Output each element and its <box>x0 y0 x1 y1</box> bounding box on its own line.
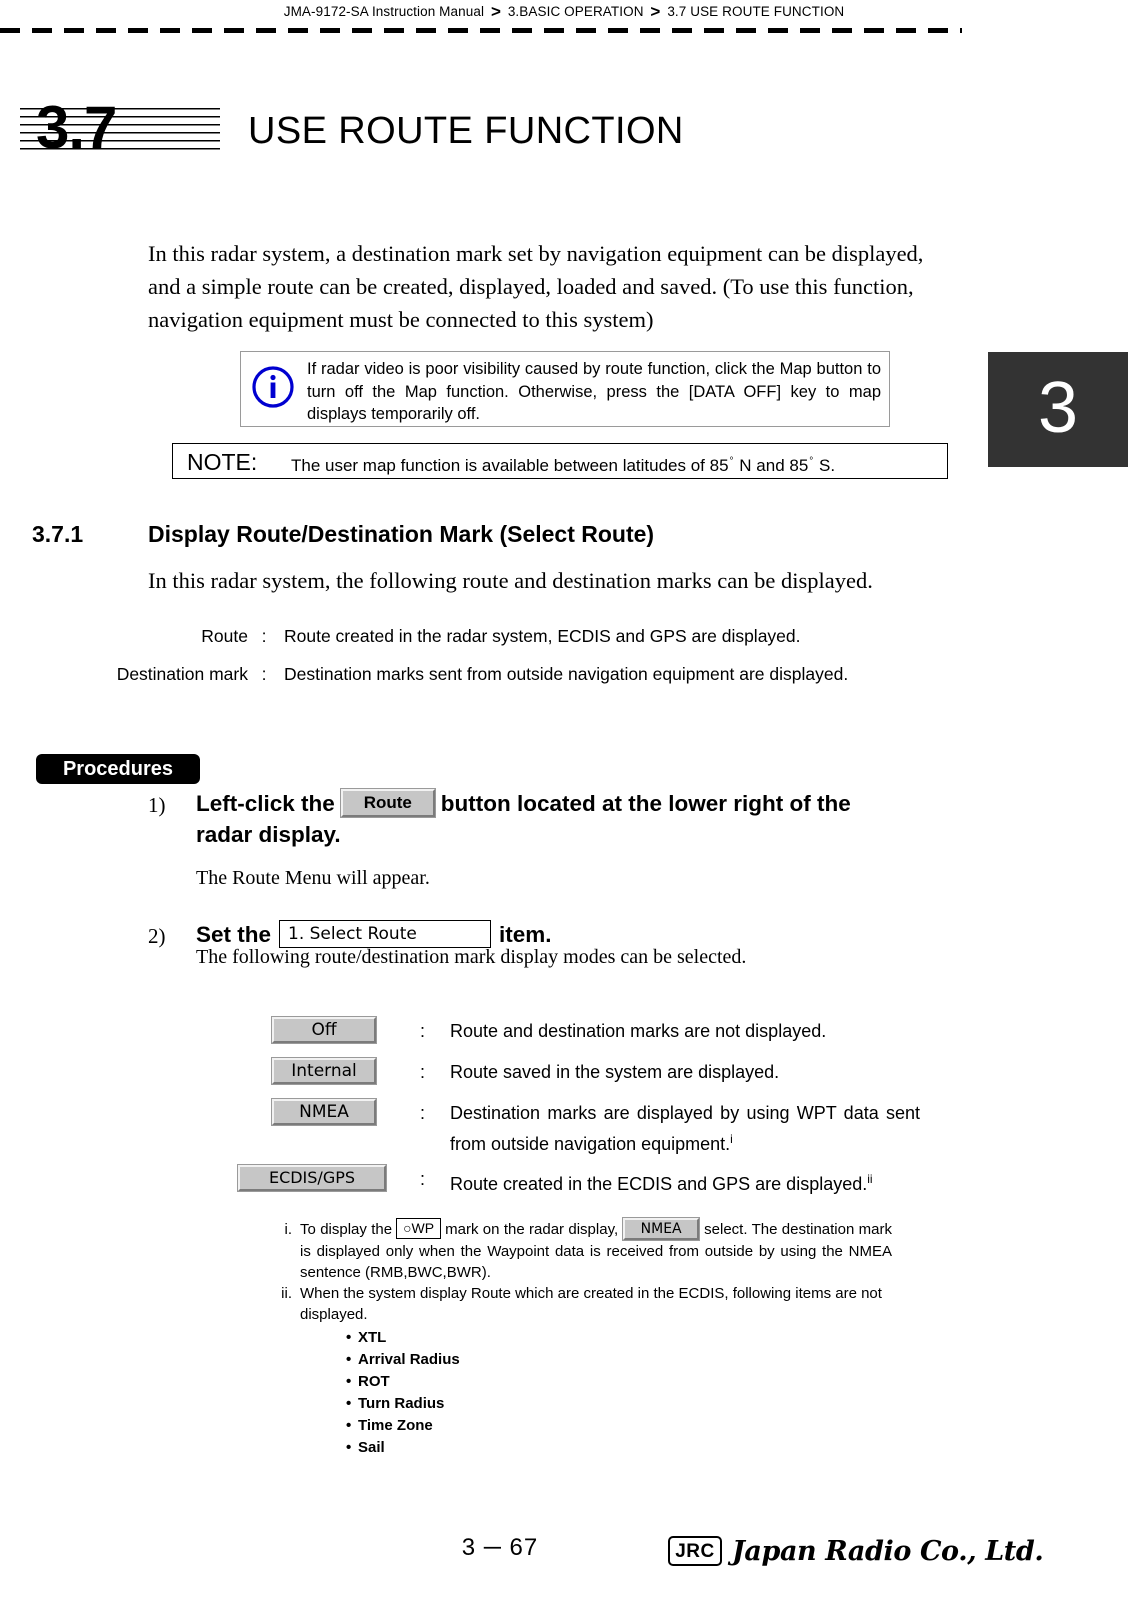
note-text-part-b: N and 85 <box>739 456 809 475</box>
footnote-i-part-1: To display the <box>300 1221 393 1238</box>
footnote-ii-item-list: XTL Arrival Radius ROT Turn Radius Time … <box>300 1327 892 1459</box>
header-chapter: 3.BASIC OPERATION <box>507 4 644 19</box>
footnote-i-body: To display the ○WP mark on the radar displ… <box>300 1218 892 1283</box>
list-item: Time Zone <box>300 1415 892 1437</box>
section-number: 3.7 <box>36 94 117 161</box>
list-item: Arrival Radius <box>300 1349 892 1371</box>
jrc-logo: JRC Japan Radio Co., Ltd. <box>668 1534 1068 1574</box>
list-item: XTL <box>300 1327 892 1349</box>
definition-term-destination-mark: Destination mark <box>116 664 248 684</box>
definition-colon-route: : <box>261 626 267 646</box>
option-desc-ecdis-gps: Route created in the ECDIS and GPS are d… <box>450 1166 950 1197</box>
intro-paragraph: In this radar system, a destination mark… <box>148 241 924 332</box>
section-title-block: 3.7 USE ROUTE FUNCTION <box>20 94 1020 168</box>
note-label: NOTE: <box>187 449 258 475</box>
jrc-logo-name: Japan Radio Co., Ltd. <box>732 1536 1044 1567</box>
list-item: Sail <box>300 1437 892 1459</box>
footnote-nmea-button[interactable]: NMEA <box>623 1218 700 1241</box>
option-row-off: Off : Route and destination marks are no… <box>272 1017 952 1047</box>
step-1-text-after: button located at the lower right of the <box>440 791 851 816</box>
header-section: 3.7 USE ROUTE FUNCTION <box>667 4 845 19</box>
option-desc-internal: Route saved in the system are displayed. <box>450 1062 780 1082</box>
step-1-note: The Route Menu will appear. <box>196 867 430 889</box>
option-desc-off: Route and destination marks are not disp… <box>450 1021 827 1041</box>
footnote-i-marker: i. <box>284 1221 293 1238</box>
step-2-note: The following route/destination mark dis… <box>196 946 747 968</box>
definition-row-destination-mark: Destination mark : Destination marks sen… <box>0 662 960 714</box>
route-button[interactable]: Route <box>340 789 435 818</box>
section-title: USE ROUTE FUNCTION <box>248 110 684 152</box>
option-button-off[interactable]: Off <box>272 1017 376 1043</box>
definition-colon-destination-mark: : <box>261 664 267 684</box>
footnote-ii-marker: ii. <box>281 1285 292 1303</box>
definition-desc-destination-mark: Destination marks sent from outside navi… <box>284 664 849 684</box>
header-separator-1: > <box>490 2 501 21</box>
option-row-ecdis-gps: ECDIS/GPS : Route created in the ECDIS a… <box>238 1165 952 1195</box>
option-colon-internal: : <box>420 1062 426 1082</box>
subsection-number: 3.7.1 <box>32 521 84 547</box>
footnote-ii-body: When the system display Route which are … <box>300 1285 882 1324</box>
list-item: Turn Radius <box>300 1393 892 1415</box>
running-header: JMA-9172-SA Instruction Manual > 3.BASIC… <box>0 0 1128 24</box>
section-number-badge: 3.7 <box>20 94 220 166</box>
option-button-internal[interactable]: Internal <box>272 1058 376 1084</box>
note-text-part-c: S. <box>819 456 836 475</box>
option-desc-ecdis-text: Route created in the ECDIS and GPS are d… <box>450 1174 868 1194</box>
wp-mark-icon: ○WP <box>396 1218 442 1239</box>
option-colon-nmea: : <box>420 1103 426 1123</box>
procedures-badge: Procedures <box>36 754 200 784</box>
step-1-text-before: Left-click the <box>196 791 335 816</box>
step-1-line-1: Left-click the Route button located at the… <box>196 789 956 819</box>
degree-symbol-2: ° <box>809 456 814 467</box>
footnote-i: i. To display the ○WP mark on the radar di… <box>272 1218 892 1283</box>
footnote-ref-i: i <box>730 1132 733 1146</box>
note-callout-box: NOTE: The user map function is available… <box>172 443 948 479</box>
subsection-lead-paragraph: In this radar system, the following rout… <box>148 568 873 593</box>
subsection-title: Display Route/Destination Mark (Select R… <box>148 521 655 547</box>
footnote-ii: ii. When the system display Route which … <box>272 1283 892 1459</box>
header-separator-2: > <box>650 2 661 21</box>
note-text: The user map function is available betwe… <box>291 448 835 479</box>
note-text-part-a: The user map function is available betwe… <box>291 456 729 475</box>
info-callout-box: If radar video is poor visibility caused… <box>240 351 890 427</box>
header-manual-title: JMA-9172-SA Instruction Manual <box>283 4 485 19</box>
option-row-nmea: NMEA : Destination marks are displayed b… <box>272 1099 952 1157</box>
chapter-thumb-tab: 3 <box>988 352 1128 467</box>
option-desc-nmea-text: Destination marks are displayed by using… <box>450 1103 920 1154</box>
footnote-i-part-2: mark on the radar display, <box>445 1221 619 1238</box>
step-1-marker: 1) <box>148 793 166 817</box>
option-colon-ecdis-gps: : <box>420 1169 426 1189</box>
definition-term-route: Route <box>201 626 248 646</box>
info-callout-text: If radar video is poor visibility caused… <box>307 360 881 423</box>
info-circle-icon <box>251 365 295 409</box>
step-1-line-2: radar display. <box>196 822 341 847</box>
option-button-nmea[interactable]: NMEA <box>272 1099 376 1125</box>
degree-symbol-1: ° <box>729 456 734 467</box>
definition-desc-route: Route created in the radar system, ECDIS… <box>284 626 801 646</box>
definition-row-route: Route : Route created in the radar syste… <box>0 624 960 650</box>
option-button-ecdis-gps[interactable]: ECDIS/GPS <box>238 1165 386 1191</box>
option-desc-nmea: Destination marks are displayed by using… <box>450 1100 920 1157</box>
list-item: ROT <box>300 1371 892 1393</box>
header-dashed-rule <box>0 28 962 33</box>
step-2-marker: 2) <box>148 924 166 948</box>
jrc-logo-mark: JRC <box>668 1536 722 1566</box>
option-row-internal: Internal : Route saved in the system are… <box>272 1058 952 1088</box>
footnotes-block: i. To display the ○WP mark on the radar di… <box>272 1218 892 1459</box>
footnote-ref-ii: ii <box>867 1172 873 1186</box>
option-colon-off: : <box>420 1021 426 1041</box>
